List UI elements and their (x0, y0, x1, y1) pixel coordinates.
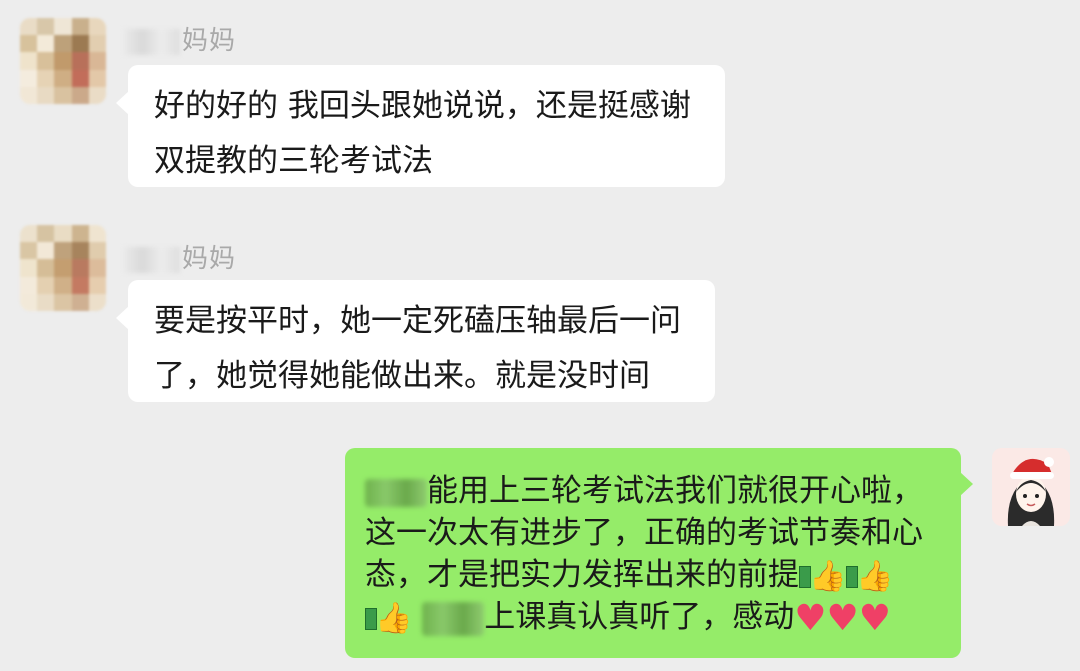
message-line: 这一次太有进步了，正确的考试节奏和心 (365, 515, 923, 551)
heart-emoji: ♥ (794, 597, 827, 639)
heart-emoji: ♥ (858, 597, 892, 639)
money-thumbs-up-emoji: 👍 (846, 557, 894, 593)
message-line: 能用上三轮考试法我们就很开心啦， (365, 470, 941, 512)
blurred-name (124, 246, 180, 273)
sender-name: 妈妈 (124, 20, 236, 57)
sender-avatar[interactable] (20, 18, 106, 104)
message-line: 双提教的三轮考试法 (154, 143, 433, 179)
message-line: 了，她觉得她能做出来。就是没时间 (154, 358, 650, 394)
sender-avatar[interactable] (20, 225, 106, 311)
message-line: 要是按平时，她一定死磕压轴最后一问 (154, 303, 681, 339)
money-thumbs-up-emoji: 👍 (799, 557, 846, 593)
outgoing-message-bubble[interactable]: 能用上三轮考试法我们就很开心啦， 这一次太有进步了，正确的考试节奏和心 态，才是… (345, 448, 973, 658)
incoming-message-bubble[interactable]: 要是按平时，她一定死磕压轴最后一问 了，她觉得她能做出来。就是没时间 (116, 280, 715, 402)
message-line: 态，才是把实力发挥出来的前提 👍 👍 (365, 557, 894, 594)
blurred-name (124, 28, 180, 55)
self-avatar[interactable] (992, 448, 1070, 526)
message-line: 👍 上课真认真听了，感动♥♥♥ (365, 596, 941, 638)
cartoon-girl-santa-hat-icon (992, 448, 1070, 526)
sender-name: 妈妈 (124, 238, 236, 275)
incoming-message-bubble[interactable]: 好的好的 我回头跟她说说，还是挺感谢 双提教的三轮考试法 (116, 65, 725, 187)
blurred-name (422, 601, 485, 636)
heart-emoji: ♥ (826, 597, 859, 639)
blurred-name (365, 478, 427, 507)
money-thumbs-up-emoji: 👍 (365, 599, 412, 635)
message-line: 好的好的 我回头跟她说说，还是挺感谢 (154, 88, 691, 124)
